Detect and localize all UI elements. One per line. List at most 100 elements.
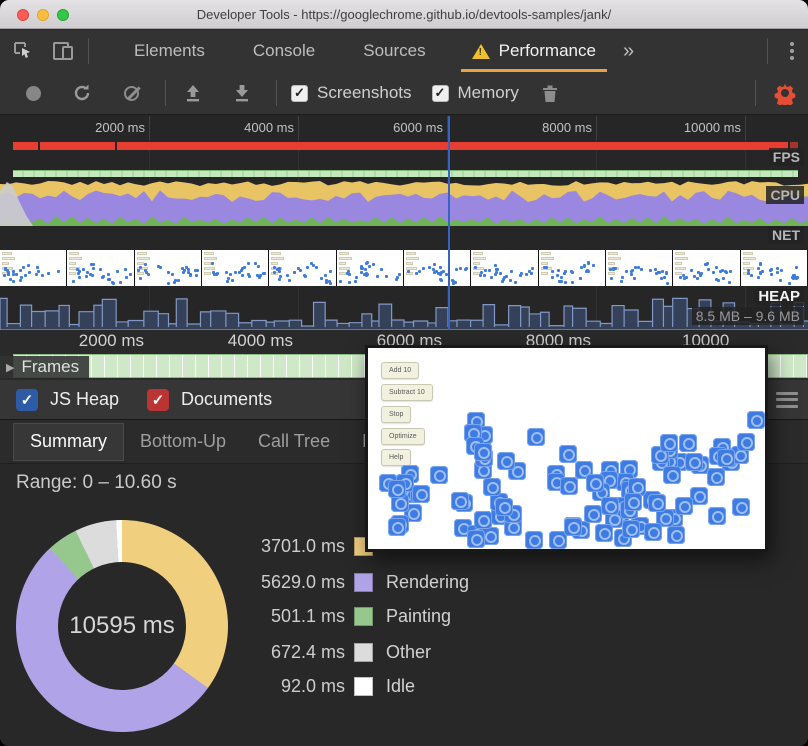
filmstrip-thumbnail[interactable] (134, 250, 202, 286)
inspect-element-icon[interactable] (6, 36, 40, 66)
thumbnail-button-stub (675, 252, 686, 255)
documents-checkbox[interactable]: ✓ (147, 388, 170, 411)
preview-blue-square (595, 523, 614, 542)
thumbnail-dot (305, 265, 309, 269)
thumbnail-dot (619, 279, 623, 283)
thumbnail-dot (421, 267, 425, 271)
thumbnail-dot (692, 274, 696, 278)
separator (276, 80, 277, 106)
screenshots-checkbox[interactable]: ✓ Screenshots (291, 83, 412, 103)
device-toolbar-icon[interactable] (46, 36, 80, 66)
tab-performance[interactable]: ! Performance (457, 30, 611, 72)
preview-blue-square (584, 504, 603, 523)
minimize-button[interactable] (37, 9, 49, 21)
ruler-tick (298, 116, 299, 140)
thumbnail-dot (231, 278, 235, 282)
js-heap-checkbox[interactable]: ✓ (16, 388, 38, 411)
thumbnail-dot (12, 272, 16, 276)
thumbnail-dot (174, 279, 178, 283)
screenshots-checkbox-box[interactable]: ✓ (291, 84, 308, 102)
thumbnail-dot (364, 273, 368, 277)
garbage-collect-icon[interactable] (535, 78, 565, 108)
thumbnail-dot (795, 276, 799, 280)
thumbnail-dot (749, 273, 753, 277)
ruler-tick-label: 4000 ms (244, 120, 294, 135)
thumbnail-dot (483, 273, 487, 277)
thumbnail-button-stub (136, 262, 144, 265)
memory-checkbox-box[interactable]: ✓ (431, 84, 449, 102)
thumbnail-dot (286, 274, 290, 278)
preview-blue-square (624, 493, 643, 512)
thumbnail-dot (494, 271, 498, 275)
filmstrip-thumbnail[interactable] (471, 250, 539, 286)
thumbnail-button-stub (69, 252, 80, 255)
thumbnail-dot (433, 263, 437, 267)
thumbnail-dot (339, 279, 343, 283)
devtools-menu-icon[interactable] (776, 42, 808, 60)
thumbnail-dot (262, 271, 266, 275)
tab-elements[interactable]: Elements (119, 30, 220, 72)
overflow-menu-icon[interactable] (776, 388, 798, 411)
tab-elements-label: Elements (134, 41, 205, 60)
more-tabs-chevron-icon[interactable]: » (611, 40, 646, 63)
thumbnail-dot (183, 268, 187, 272)
thumbnail-dot (112, 281, 116, 285)
save-profile-icon[interactable] (227, 78, 257, 108)
thumbnail-dot (137, 268, 141, 272)
filmstrip-thumbnail[interactable] (403, 250, 472, 286)
zoom-button[interactable] (57, 9, 69, 21)
thumbnail-dot (498, 272, 502, 276)
fps-row-label: FPS (768, 148, 804, 166)
thumbnail-button-stub (607, 252, 618, 255)
memory-checkbox[interactable]: ✓ Memory (431, 83, 519, 103)
tab-summary[interactable]: Summary (13, 422, 125, 461)
tab-sources[interactable]: Sources (348, 30, 440, 72)
tab-sources-label: Sources (363, 41, 426, 60)
thumbnail-dot (608, 268, 612, 272)
legend-value: 672.4 ms (270, 641, 345, 662)
thumbnail-dot (91, 263, 95, 267)
clear-button[interactable] (116, 78, 146, 108)
timeline-overview[interactable]: 2000 ms 4000 ms 6000 ms 8000 ms 10000 ms FPS… (0, 116, 808, 330)
record-button[interactable] (18, 78, 48, 108)
thumbnail-dot (85, 275, 89, 279)
thumbnail-button-stub (69, 262, 77, 265)
thumbnail-dot (225, 280, 229, 284)
filmstrip-thumbnail[interactable] (0, 250, 68, 286)
thumbnail-dot (395, 278, 399, 282)
thumbnail-dot (6, 271, 10, 274)
thumbnail-button-stub (271, 262, 279, 265)
frames-expander[interactable]: ▶ Frames (0, 356, 90, 378)
close-button[interactable] (17, 9, 29, 21)
screenshot-filmstrip[interactable] (0, 250, 808, 286)
preview-blue-square (482, 477, 501, 496)
thumbnail-dot (699, 272, 703, 276)
thumbnail-dot (761, 270, 765, 274)
filmstrip-thumbnail[interactable] (740, 250, 808, 286)
thumbnail-dot (57, 270, 61, 274)
filmstrip-thumbnail[interactable] (201, 250, 270, 286)
filmstrip-thumbnail[interactable] (336, 250, 404, 286)
thumbnail-dot (560, 276, 564, 280)
thumbnail-dot (459, 267, 463, 271)
filmstrip-thumbnail[interactable] (67, 250, 135, 286)
preview-help-button: Help (381, 449, 412, 466)
thumbnail-dot (776, 271, 780, 275)
preview-blue-square (674, 497, 693, 516)
thumbnail-dot (123, 267, 127, 271)
filmstrip-thumbnail[interactable] (673, 250, 741, 286)
filmstrip-thumbnail[interactable] (605, 250, 674, 286)
js-heap-label: JS Heap (50, 389, 120, 409)
capture-settings-gear-icon[interactable] (770, 78, 800, 108)
filmstrip-thumbnail[interactable] (538, 250, 606, 286)
preview-blue-square (690, 486, 709, 505)
tab-call-tree[interactable]: Call Tree (242, 423, 346, 461)
thumbnail-dot (12, 279, 16, 283)
cpu-chart (0, 181, 808, 226)
load-profile-icon[interactable] (178, 78, 208, 108)
thumbnail-dot (247, 262, 251, 266)
filmstrip-thumbnail[interactable] (269, 250, 337, 286)
tab-bottom-up[interactable]: Bottom-Up (124, 423, 242, 461)
tab-console[interactable]: Console (238, 30, 330, 72)
reload-and-record-button[interactable] (67, 78, 97, 108)
